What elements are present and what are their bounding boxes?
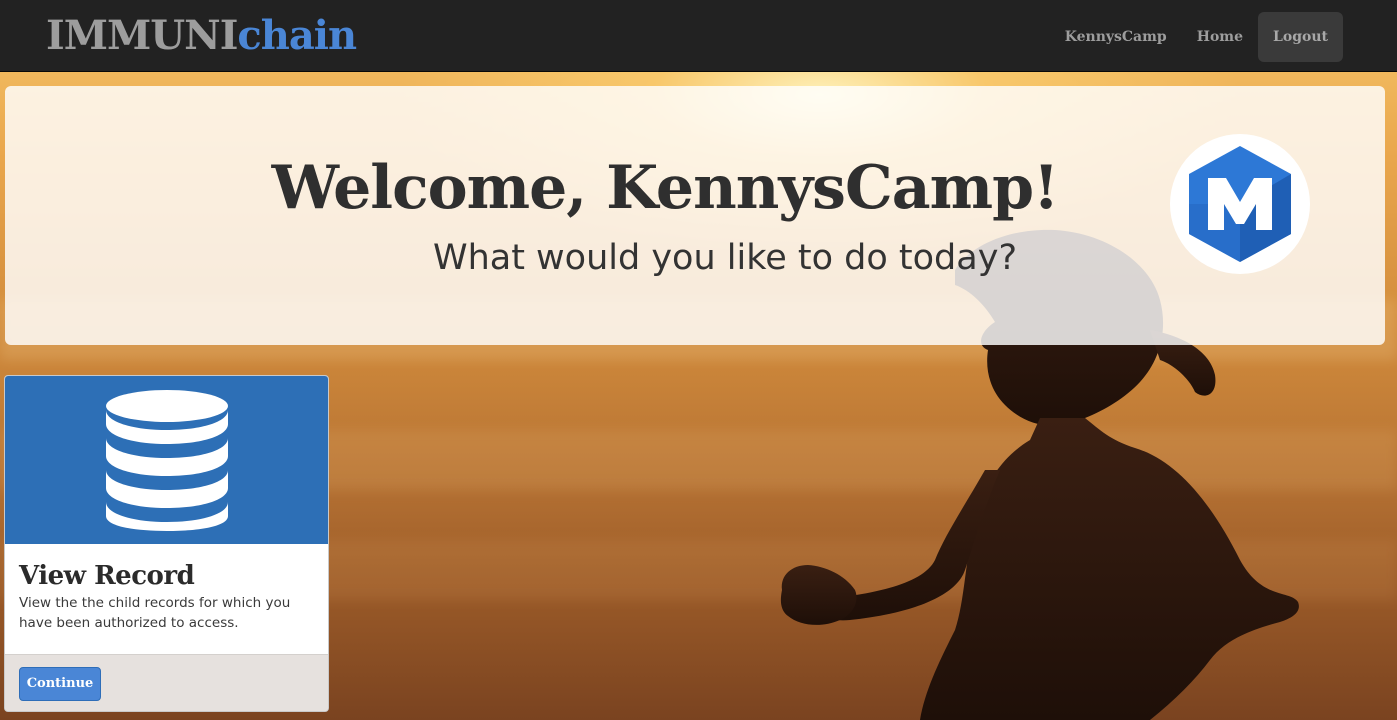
brand-logo[interactable]: IMMUNIchain [46,12,357,60]
top-navbar: IMMUNIchain KennysCamp Home Logout [0,0,1397,72]
card-title: View Record [19,561,195,591]
brand-text-chain: chain [237,12,357,59]
database-icon [106,390,228,531]
card-image-header [5,376,328,544]
hexagon-m-logo-icon [1170,134,1310,274]
welcome-title: Welcome, KennysCamp! [271,153,1060,223]
continue-button[interactable]: Continue [19,667,101,701]
nav-link-kennyscamp[interactable]: KennysCamp [1050,12,1182,62]
nav-link-home[interactable]: Home [1182,12,1258,62]
welcome-jumbotron: Welcome, KennysCamp! What would you like… [5,86,1385,345]
card-footer: Continue [5,654,328,711]
nav-links: KennysCamp Home Logout [1050,12,1343,62]
brand-text-immuni: IMMUNI [46,12,238,59]
view-record-card: View Record View the the child records f… [4,375,329,712]
card-description: View the the child records for which you… [19,595,291,631]
nav-link-logout[interactable]: Logout [1258,12,1343,62]
page: IMMUNIchain KennysCamp Home Logout Welco… [0,0,1397,720]
